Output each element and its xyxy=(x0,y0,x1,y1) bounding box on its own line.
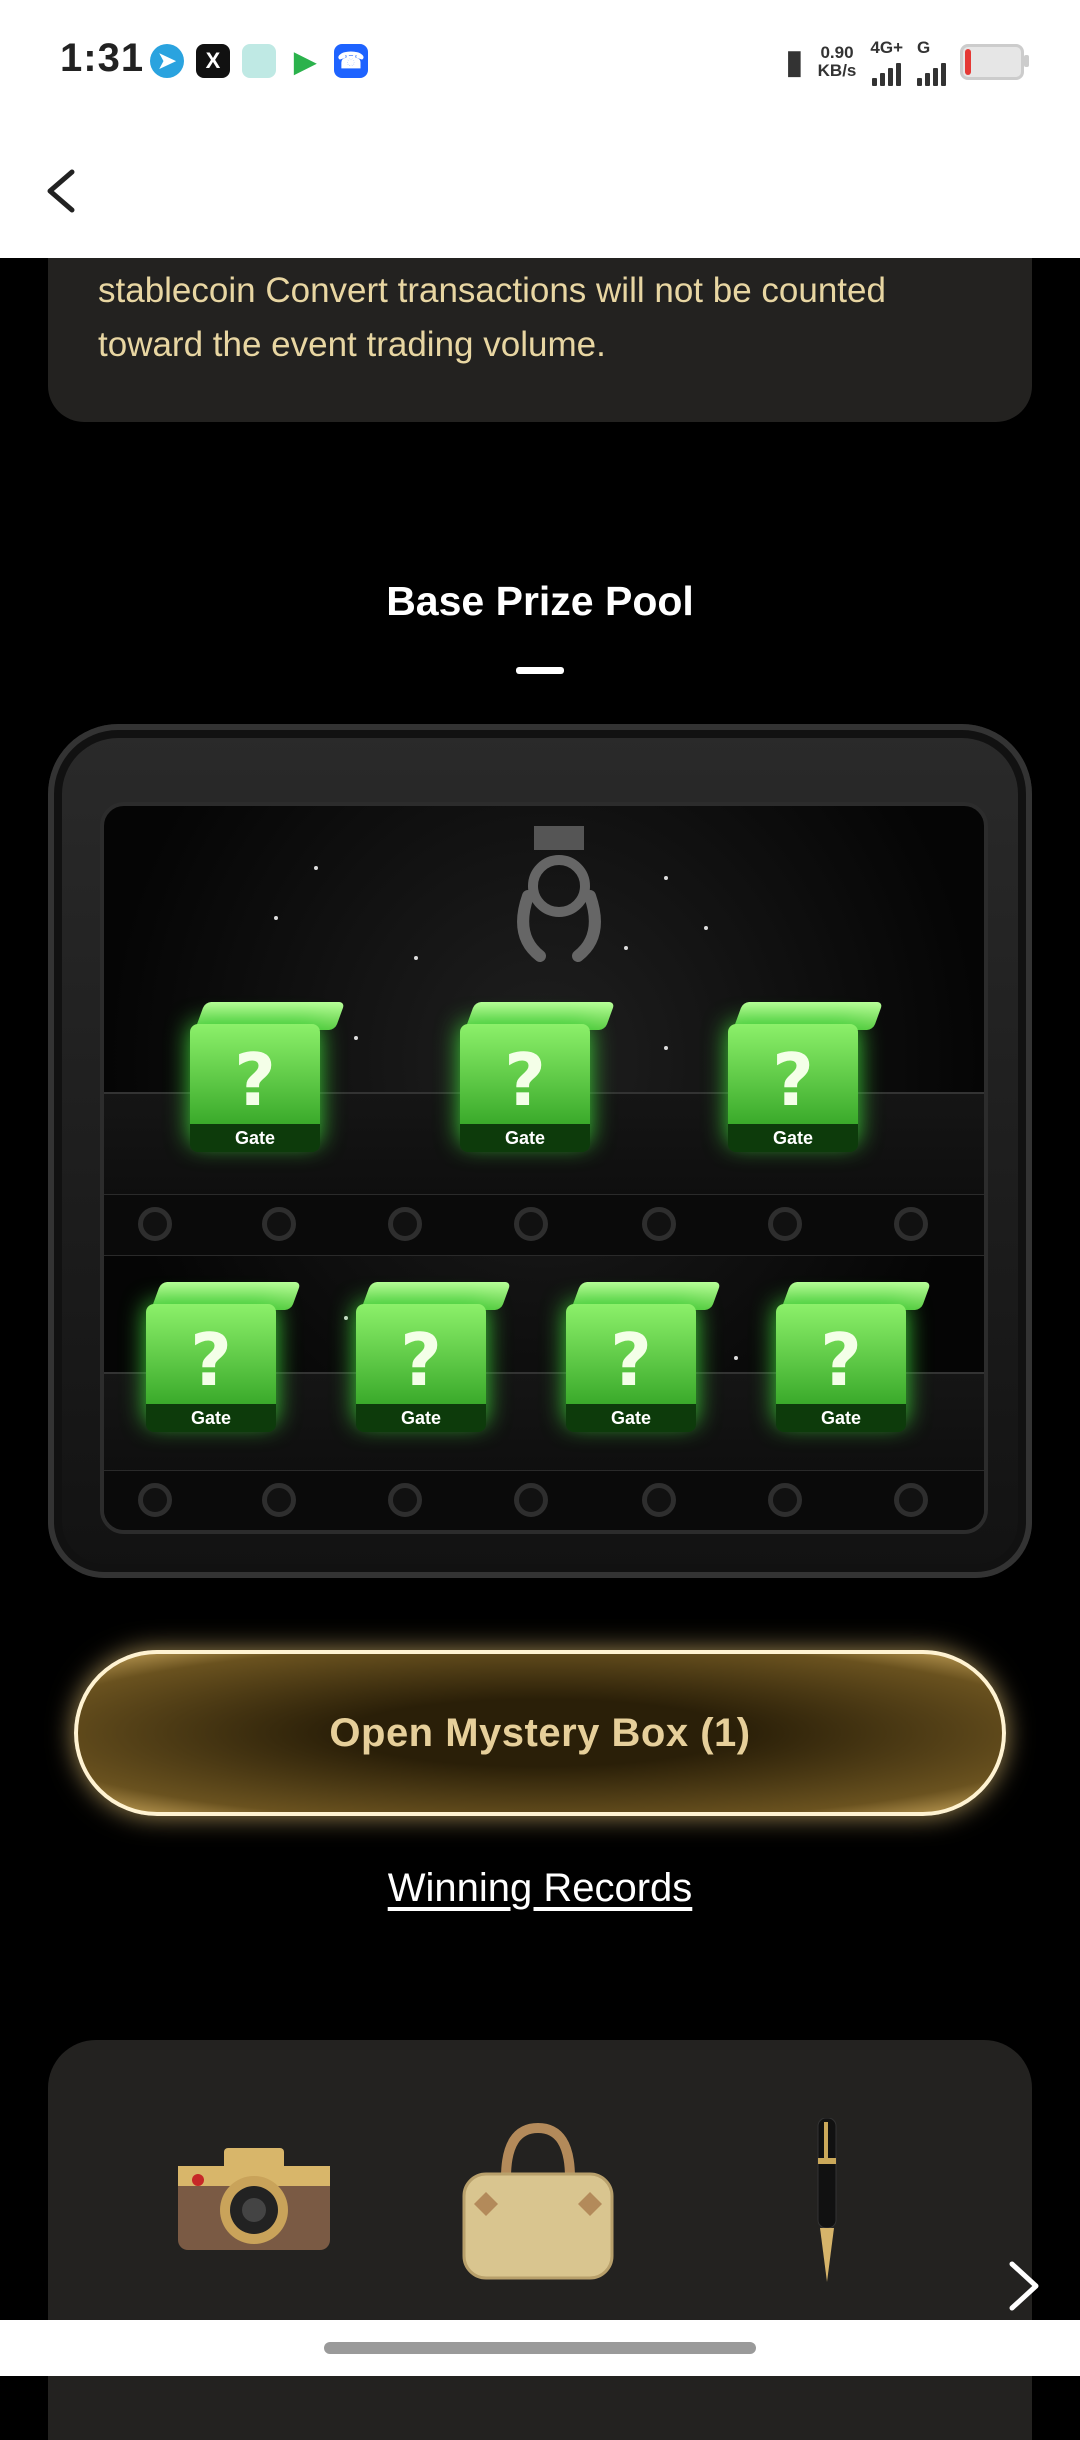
mystery-box-symbol: ? xyxy=(400,1318,442,1402)
x-icon: X xyxy=(196,44,230,78)
system-indicators: ▮ 0.90 KB/s 4G+ G xyxy=(784,38,1029,86)
network-type-primary: 4G+ xyxy=(870,38,903,57)
handbag-icon xyxy=(462,2122,614,2280)
claw-machine: ? Gate ? Gate ? Gate ? Gate ? Gate ? Gat… xyxy=(48,724,1032,1578)
signal-g: G xyxy=(917,38,946,86)
vibrate-icon: ▮ xyxy=(784,43,804,81)
mystery-box-symbol: ? xyxy=(772,1038,814,1122)
battery-icon xyxy=(960,44,1029,80)
app-notification-icon xyxy=(242,44,276,78)
mystery-box: ? Gate xyxy=(728,1002,884,1152)
section-title: Base Prize Pool xyxy=(386,578,694,624)
title-underline xyxy=(516,667,564,674)
camera-icon xyxy=(178,2148,330,2250)
mystery-box-symbol: ? xyxy=(820,1318,862,1402)
rules-text: stablecoin Convert transactions will not… xyxy=(98,271,886,364)
mystery-box-brand: Gate xyxy=(776,1404,906,1432)
mystery-box-symbol: ? xyxy=(610,1318,652,1402)
top-nav-bar xyxy=(0,122,1080,258)
claw-icon xyxy=(517,826,601,962)
claw-machine-display: ? Gate ? Gate ? Gate ? Gate ? Gate ? Gat… xyxy=(100,802,988,1534)
lower-conveyor xyxy=(104,1470,984,1530)
network-speed: 0.90 KB/s xyxy=(818,44,857,80)
mystery-box-symbol: ? xyxy=(504,1038,546,1122)
fountain-pen-icon xyxy=(817,2118,837,2282)
signal-4g: 4G+ xyxy=(870,38,903,86)
network-speed-value: 0.90 xyxy=(820,43,854,62)
mystery-box: ? Gate xyxy=(776,1282,932,1432)
chevron-left-icon[interactable] xyxy=(36,156,96,226)
prize-carousel xyxy=(48,2040,1032,2440)
telegram-icon: ➤ xyxy=(150,44,184,78)
mystery-box-symbol: ? xyxy=(190,1318,232,1402)
signal-bars-icon xyxy=(872,58,902,86)
signal-bars-icon xyxy=(917,58,946,86)
upper-conveyor xyxy=(104,1194,984,1256)
phone-app-icon: ☎ xyxy=(334,44,368,78)
mystery-box: ? Gate xyxy=(146,1282,302,1432)
status-bar: 1:31 ➤ X ▶ ☎ ▮ 0.90 KB/s 4G+ G xyxy=(0,0,1080,122)
network-type-secondary: G xyxy=(917,38,931,57)
open-mystery-box-button[interactable]: Open Mystery Box (1) xyxy=(74,1650,1006,1816)
mystery-box-brand: Gate xyxy=(728,1124,858,1152)
mystery-box-brand: Gate xyxy=(146,1404,276,1432)
clock: 1:31 xyxy=(60,36,145,80)
mystery-box-brand: Gate xyxy=(566,1404,696,1432)
mystery-box: ? Gate xyxy=(190,1002,346,1152)
mystery-box: ? Gate xyxy=(460,1002,616,1152)
mystery-box-brand: Gate xyxy=(460,1124,590,1152)
mystery-box-brand: Gate xyxy=(190,1124,320,1152)
network-speed-unit: KB/s xyxy=(817,61,857,80)
mystery-box: ? Gate xyxy=(356,1282,512,1432)
mystery-box-brand: Gate xyxy=(356,1404,486,1432)
play-store-icon: ▶ xyxy=(288,44,322,78)
winning-records-link[interactable]: Winning Records xyxy=(0,1866,1080,1911)
chevron-right-icon[interactable] xyxy=(1000,2258,1046,2314)
home-indicator[interactable] xyxy=(324,2342,756,2354)
mystery-box-symbol: ? xyxy=(234,1038,276,1122)
mystery-box: ? Gate xyxy=(566,1282,722,1432)
